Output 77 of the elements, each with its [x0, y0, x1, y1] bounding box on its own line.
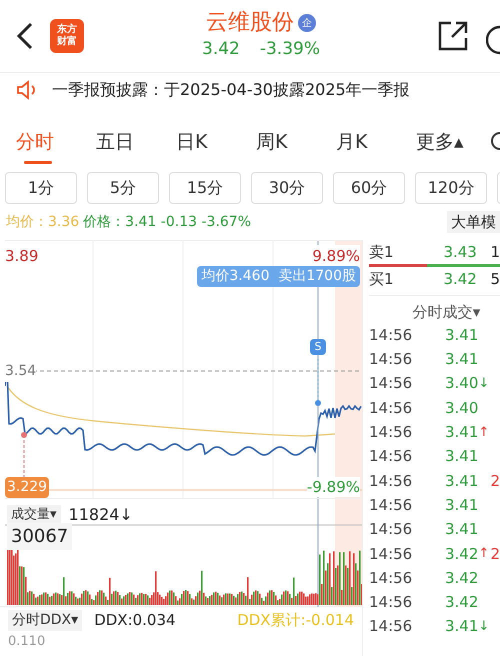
app-logo: 东方 财富	[50, 19, 84, 53]
chart-tab[interactable]: 周K	[256, 128, 336, 164]
trade-arrow: ↑	[478, 424, 490, 442]
mode-button[interactable]: 大单模	[447, 210, 500, 234]
volume-max: 30067	[7, 523, 72, 550]
order-label: 买1	[369, 268, 395, 290]
period-button[interactable]: 1分	[5, 172, 77, 204]
trade-volume: 2	[490, 544, 500, 565]
trade-price: 3.41	[445, 349, 478, 370]
stock-change: -3.39%	[260, 38, 320, 62]
trade-price: 3.40	[445, 373, 478, 394]
trade-tooltip: 均价3.460 卖出1700股	[197, 266, 360, 287]
trade-time: 14:56	[369, 324, 414, 346]
sell-marker	[315, 358, 321, 406]
price-info: 价格：3.41 -0.13 -3.67%	[83, 212, 252, 232]
trade-time: 14:56	[369, 592, 414, 614]
trade-arrow: ↓	[478, 374, 490, 393]
trade-time: 14:56	[369, 422, 414, 444]
trade-arrow: ↓	[478, 618, 490, 636]
period-button[interactable]: 5分	[87, 172, 159, 204]
trade-price: 3.41	[445, 616, 478, 638]
trade-time: 14:56	[369, 494, 414, 516]
trade-price: 3.41	[445, 446, 478, 468]
low-price: 3.229	[5, 477, 50, 498]
trade-price: 3.40	[445, 398, 478, 419]
trade-time: 14:56	[369, 470, 414, 492]
high-price: 3.89	[5, 246, 38, 267]
trade-price: 3.41	[445, 324, 478, 346]
period-button[interactable]: 120分	[415, 172, 487, 204]
stock-price: 3.42	[202, 38, 240, 62]
trade-time: 14:56	[369, 446, 414, 468]
back-icon[interactable]	[16, 22, 34, 50]
low-marker	[21, 432, 27, 478]
trade-volume: 2	[490, 470, 500, 492]
trade-price: 3.41	[445, 519, 478, 540]
trade-price: 3.41	[445, 422, 478, 444]
notice-text: 一季报预披露：于2025-04-30披露2025年一季报	[52, 78, 410, 100]
average-price: 均价：3.36	[6, 212, 80, 232]
trade-price: 3.42	[445, 568, 478, 589]
high-percent: 9.89%	[312, 245, 360, 268]
trade-price: 3.41	[445, 494, 478, 516]
sell-signal: S	[310, 339, 326, 355]
trade-time: 14:56	[369, 568, 414, 589]
ddx-axis-label: 0.110	[8, 634, 46, 650]
volume-value: 11824↓	[68, 504, 133, 526]
trade-time: 14:56	[369, 544, 414, 565]
ddx-cumulative: DDX累计:-0.014	[237, 610, 354, 632]
share-icon[interactable]	[438, 21, 468, 51]
trade-price: 3.42	[445, 544, 478, 565]
order-volume: 5	[490, 268, 500, 290]
ddx-selector[interactable]: 分时DDX▾	[8, 610, 82, 631]
order-label: 卖1	[369, 242, 395, 263]
trades-dropdown[interactable]: 分时成交▾	[412, 300, 480, 323]
order-price: 3.42	[443, 268, 478, 290]
volume-selector[interactable]: 成交量▾	[7, 505, 61, 525]
trade-time: 14:56	[369, 398, 414, 419]
period-button[interactable]: 30分	[251, 172, 323, 204]
ddx-value: DDX:0.034	[94, 610, 176, 632]
stock-name: 云维股份	[206, 9, 294, 38]
period-button[interactable]: 60分	[333, 172, 405, 204]
trade-time: 14:56	[369, 373, 414, 394]
chart-tab[interactable]: 月K	[336, 128, 416, 164]
chart-tab[interactable]: 五日	[96, 128, 176, 164]
order-price: 3.43	[443, 242, 478, 263]
period-button[interactable]: 15分	[169, 172, 241, 204]
chart-tab[interactable]: 日K	[176, 128, 256, 164]
trade-time: 14:56	[369, 519, 414, 540]
chart-tab[interactable]: 分时	[16, 128, 96, 164]
trade-time: 14:56	[369, 616, 414, 638]
badge: 企	[298, 14, 316, 32]
low-percent: -9.89%	[306, 477, 360, 497]
trade-time: 14:56	[369, 349, 414, 370]
trade-price: 3.41	[445, 470, 478, 492]
trade-price: 3.42	[445, 592, 478, 614]
trade-arrow: ↑	[478, 545, 490, 564]
chart-tab[interactable]: 更多▴	[416, 128, 496, 164]
order-volume: 1	[490, 242, 500, 263]
